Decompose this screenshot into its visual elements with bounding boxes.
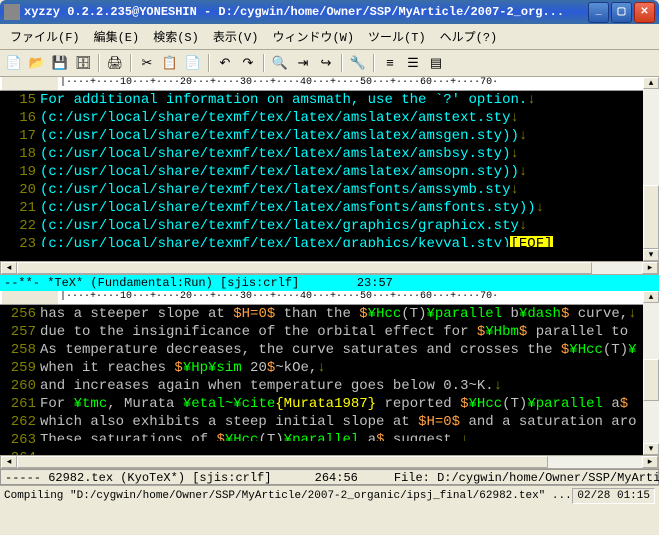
- toolbar: 📄 📂 💾 🗄 🖨 ✂ 📋 📄 ↶ ↷ 🔍 ⇥ ↪ 🔧 ≡ ☰ ▤: [0, 50, 659, 77]
- menu-search[interactable]: 検索(S): [147, 26, 205, 47]
- goto-icon[interactable]: ⇥: [293, 53, 313, 73]
- scroll-up-icon[interactable]: ▴: [643, 291, 659, 303]
- toolbar-separator: [263, 54, 265, 72]
- maximize-button[interactable]: ▢: [611, 2, 632, 23]
- line-gutter: 151617181920212223: [0, 91, 40, 247]
- statusbar: Compiling "D:/cygwin/home/Owner/SSP/MyAr…: [0, 485, 659, 505]
- horizontal-scrollbar[interactable]: ◂ ▸: [0, 455, 659, 469]
- toolbar-separator: [341, 54, 343, 72]
- undo-icon[interactable]: ↶: [215, 53, 235, 73]
- scroll-left-icon[interactable]: ◂: [1, 262, 17, 274]
- find-icon[interactable]: 🔍: [270, 53, 290, 73]
- save-icon[interactable]: 💾: [50, 53, 70, 73]
- app-icon: [4, 4, 20, 20]
- paste-icon[interactable]: 📄: [183, 53, 203, 73]
- open-file-icon[interactable]: 📂: [27, 53, 47, 73]
- scroll-up-icon[interactable]: ▴: [643, 77, 659, 89]
- save-all-icon[interactable]: 🗄: [73, 53, 93, 73]
- code-lines[interactable]: For additional information on amsmath, u…: [40, 91, 643, 247]
- titlebar: xyzzy 0.2.2.235@YONESHIN - D:/cygwin/hom…: [0, 0, 659, 24]
- build-icon[interactable]: 🔧: [348, 53, 368, 73]
- scroll-right-icon[interactable]: ▸: [642, 456, 658, 468]
- indent-right-icon[interactable]: ☰: [403, 53, 423, 73]
- scroll-down-icon[interactable]: ▾: [643, 443, 659, 455]
- status-message: Compiling "D:/cygwin/home/Owner/SSP/MyAr…: [4, 490, 572, 502]
- scroll-down-icon[interactable]: ▾: [643, 249, 659, 261]
- redo-icon[interactable]: ↷: [238, 53, 258, 73]
- menu-tools[interactable]: ツール(T): [362, 26, 432, 47]
- editor-pane-2[interactable]: 256257258259260261262263264 has a steepe…: [0, 305, 643, 455]
- ruler-text: |····+····10···+····20···+····30···+····…: [58, 77, 643, 90]
- close-button[interactable]: ✕: [634, 2, 655, 23]
- ruler: |····+····10···+····20···+····30···+····…: [0, 77, 643, 91]
- scroll-right-icon[interactable]: ▸: [642, 262, 658, 274]
- toolbar-separator: [130, 54, 132, 72]
- jump-icon[interactable]: ↪: [316, 53, 336, 73]
- menu-file[interactable]: ファイル(F): [4, 26, 86, 47]
- toolbar-separator: [98, 54, 100, 72]
- line-gutter: 256257258259260261262263264: [0, 305, 40, 441]
- print-icon[interactable]: 🖨: [105, 53, 125, 73]
- scroll-left-icon[interactable]: ◂: [1, 456, 17, 468]
- toolbar-separator: [208, 54, 210, 72]
- code-lines[interactable]: has a steeper slope at $H=0$ than the $¥…: [40, 305, 643, 441]
- modeline-1: --**- *TeX* (Fundamental:Run) [sjis:crlf…: [0, 275, 659, 291]
- minimize-button[interactable]: _: [588, 2, 609, 23]
- menu-help[interactable]: ヘルプ(?): [434, 26, 504, 47]
- horizontal-scrollbar[interactable]: ◂ ▸: [0, 261, 659, 275]
- cut-icon[interactable]: ✂: [137, 53, 157, 73]
- wrap-icon[interactable]: ▤: [426, 53, 446, 73]
- status-time: 02/28 01:15: [572, 488, 655, 504]
- ruler: |····+····10···+····20···+····30···+····…: [0, 291, 643, 305]
- ruler-text: |····+····10···+····20···+····30···+····…: [58, 291, 643, 304]
- menubar: ファイル(F) 編集(E) 検索(S) 表示(V) ウィンドウ(W) ツール(T…: [0, 24, 659, 50]
- modeline-2: ----- 62982.tex (KyoTeX*) [sjis:crlf] 26…: [0, 469, 659, 485]
- vertical-scrollbar[interactable]: ▴ ▾: [643, 77, 659, 261]
- window-title: xyzzy 0.2.2.235@YONESHIN - D:/cygwin/hom…: [24, 5, 588, 19]
- editor-pane-1[interactable]: 151617181920212223 For additional inform…: [0, 91, 643, 261]
- toolbar-separator: [373, 54, 375, 72]
- menu-edit[interactable]: 編集(E): [88, 26, 146, 47]
- menu-view[interactable]: 表示(V): [207, 26, 265, 47]
- vertical-scrollbar[interactable]: ▴ ▾: [643, 291, 659, 455]
- copy-icon[interactable]: 📋: [160, 53, 180, 73]
- indent-left-icon[interactable]: ≡: [380, 53, 400, 73]
- new-file-icon[interactable]: 📄: [4, 53, 24, 73]
- menu-window[interactable]: ウィンドウ(W): [266, 26, 360, 47]
